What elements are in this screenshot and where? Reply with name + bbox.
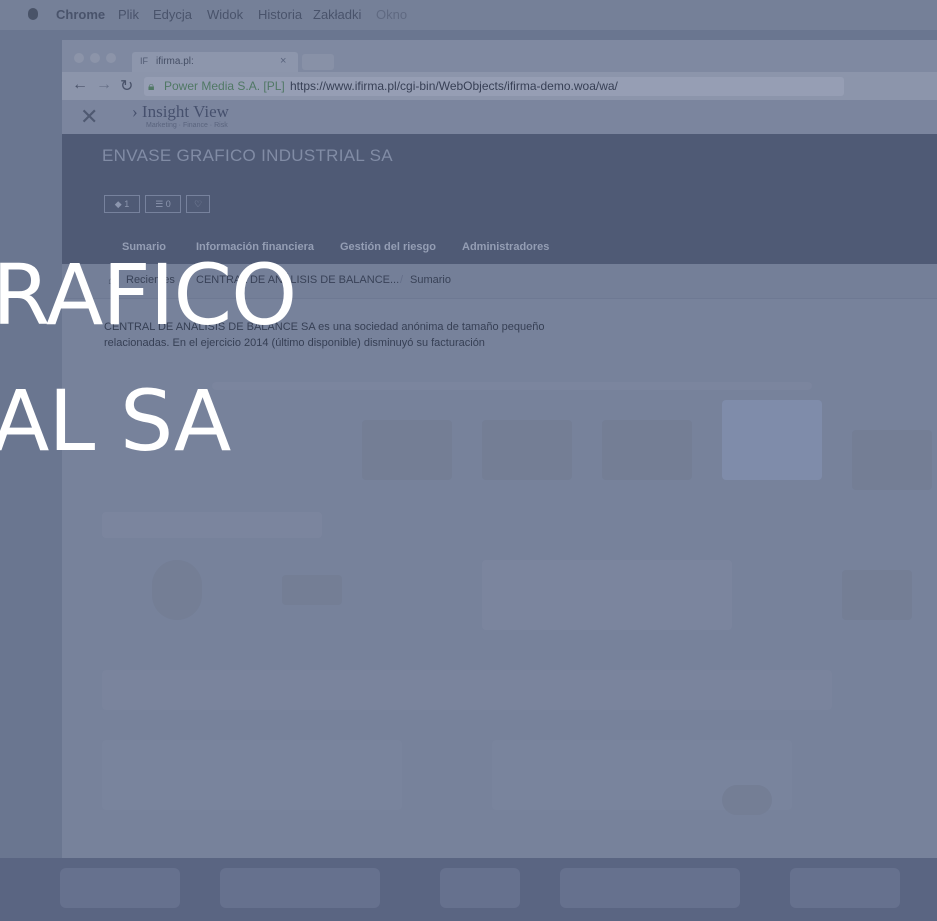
minimize-window-icon[interactable] — [90, 53, 100, 63]
blurred-row — [212, 382, 812, 390]
menu-item-file[interactable]: Plik — [118, 7, 139, 22]
list-count: 0 — [165, 199, 171, 209]
breadcrumb-separator: / — [400, 274, 404, 286]
blurred-card — [852, 430, 932, 490]
overlay-title-line-1: RAFICO — [0, 246, 297, 344]
menu-item-chrome[interactable]: Chrome — [56, 7, 105, 22]
blurred-panel — [842, 570, 912, 620]
address-bar: ← → ↻ 🔒︎ Power Media S.A. [PL] https://w… — [62, 72, 937, 100]
tab-title: ifirma.pl: — [156, 56, 194, 67]
tab-close-icon[interactable]: × — [280, 55, 286, 67]
dock-item[interactable] — [440, 868, 520, 908]
list-count-badge[interactable]: ☰ 0 — [145, 195, 181, 213]
tag-count-badge[interactable]: ◆ 1 — [104, 195, 140, 213]
browser-window: IF ifirma.pl: × ← → ↻ 🔒︎ Power Media S.A… — [62, 40, 937, 921]
close-icon[interactable]: ✕ — [80, 104, 98, 130]
menu-item-bookmarks[interactable]: Zakładki — [313, 7, 361, 22]
company-name: ENVASE GRAFICO INDUSTRIAL SA — [102, 146, 393, 165]
os-menu-bar: Chrome Plik Edycja Widok Historia Zakład… — [0, 0, 937, 30]
close-window-icon[interactable] — [74, 53, 84, 63]
menu-item-window[interactable]: Okno — [376, 7, 407, 22]
certificate-label[interactable]: Power Media S.A. [PL] — [164, 79, 285, 93]
blurred-table — [102, 740, 402, 810]
breadcrumb-sumario: Sumario — [410, 274, 451, 286]
menu-item-view[interactable]: Widok — [207, 7, 243, 22]
blurred-heading — [102, 512, 322, 538]
favicon-icon: IF — [140, 56, 148, 66]
menu-item-history[interactable]: Historia — [258, 7, 302, 22]
url-field[interactable]: 🔒︎ Power Media S.A. [PL] https://www.ifi… — [144, 77, 844, 96]
app-header: ✕ › Insight View Marketing · Finance · R… — [62, 100, 937, 134]
blurred-table — [102, 670, 832, 710]
browser-tab[interactable]: IF ifirma.pl: × — [132, 52, 298, 72]
tab-strip: IF ifirma.pl: × — [62, 40, 937, 72]
heart-icon: ♡ — [193, 199, 203, 209]
blurred-panel — [482, 560, 732, 630]
blurred-chart — [152, 560, 202, 620]
forward-arrow-icon[interactable]: → — [96, 76, 112, 94]
overlay-title-line-2: AL SA — [0, 372, 231, 470]
new-tab-button[interactable] — [302, 54, 334, 70]
dock-item[interactable] — [790, 868, 900, 908]
apple-icon[interactable] — [28, 8, 38, 20]
dock-item[interactable] — [220, 868, 380, 908]
blurred-value — [282, 575, 342, 605]
dock-item[interactable] — [60, 868, 180, 908]
blurred-card — [482, 420, 572, 480]
tag-count: 1 — [124, 199, 130, 209]
chevron-right-icon: › — [132, 102, 138, 121]
tab-gestion-del-riesgo[interactable]: Gestión del riesgo — [340, 241, 436, 253]
back-arrow-icon[interactable]: ← — [72, 76, 88, 94]
dock-item[interactable] — [560, 868, 740, 908]
company-banner: ENVASE GRAFICO INDUSTRIAL SA ◆ 1 ☰ 0 ♡ S… — [62, 134, 937, 264]
maximize-window-icon[interactable] — [106, 53, 116, 63]
tab-administradores[interactable]: Administradores — [462, 241, 549, 253]
menu-item-edit[interactable]: Edycja — [153, 7, 192, 22]
brand-tagline: Marketing · Finance · Risk — [146, 122, 228, 129]
blurred-element — [722, 785, 772, 815]
blurred-card — [722, 400, 822, 480]
favorite-button[interactable]: ♡ — [186, 195, 210, 213]
url-text: https://www.ifirma.pl/cgi-bin/WebObjects… — [290, 79, 618, 93]
reload-icon[interactable]: ↻ — [120, 76, 133, 96]
brand-logo[interactable]: › Insight View — [132, 102, 229, 122]
brand-name: Insight View — [141, 102, 229, 121]
blurred-card — [362, 420, 452, 480]
list-icon: ☰ — [155, 199, 164, 209]
tag-icon: ◆ — [114, 199, 122, 209]
blurred-card — [602, 420, 692, 480]
lock-icon: 🔒︎ — [148, 79, 155, 93]
